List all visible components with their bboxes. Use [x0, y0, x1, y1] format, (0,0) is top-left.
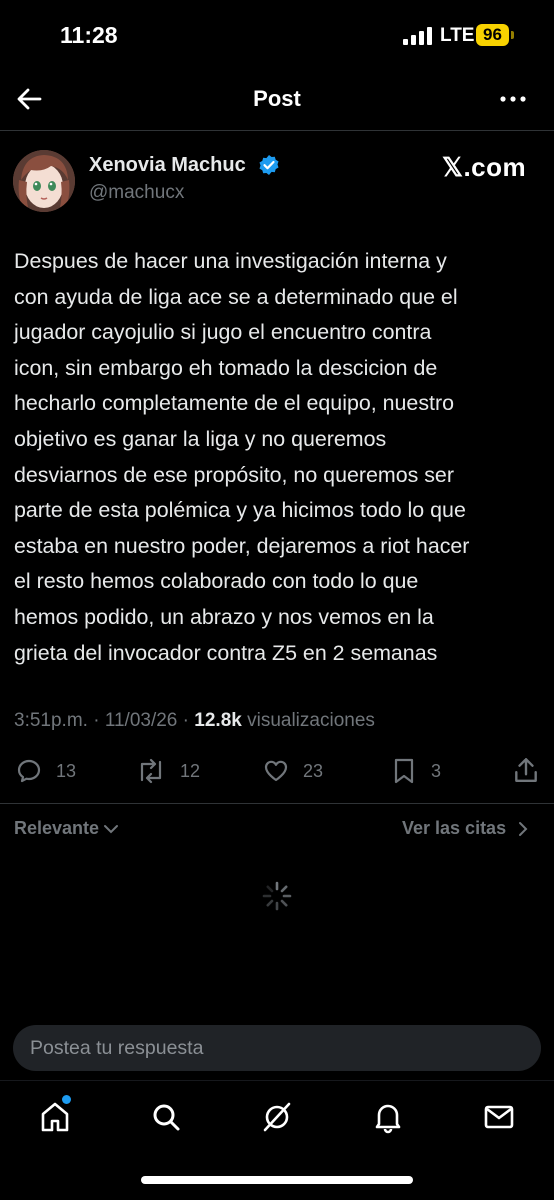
page-title: Post — [253, 86, 301, 111]
bookmark-button[interactable]: 3 — [391, 756, 441, 786]
home-indicator — [141, 1176, 413, 1184]
tab-home[interactable] — [37, 1095, 73, 1135]
post-time: 3:51p.m. — [14, 710, 88, 731]
repost-button[interactable]: 12 — [136, 756, 200, 786]
like-button[interactable]: 23 — [263, 756, 323, 786]
battery-level: 96 — [476, 24, 509, 46]
tab-messages[interactable] — [481, 1099, 517, 1135]
mail-icon — [484, 1105, 514, 1129]
reply-button[interactable]: 13 — [16, 756, 76, 786]
post-date: 11/03/26 — [104, 710, 178, 731]
author-name[interactable]: Xenovia Machuc — [89, 154, 246, 177]
battery-icon: 96 — [476, 24, 514, 48]
sort-label: Relevante — [14, 818, 100, 838]
search-icon — [153, 1104, 180, 1131]
verified-badge-icon — [259, 155, 279, 175]
signal-icon — [403, 27, 432, 45]
status-time: 11:28 — [60, 22, 118, 48]
loading-spinner-icon — [262, 881, 292, 911]
repost-count: 12 — [180, 760, 201, 781]
like-count: 23 — [303, 760, 324, 781]
tab-grok[interactable] — [259, 1099, 295, 1135]
source-label: 𝕏.com — [442, 152, 527, 182]
divider — [0, 1080, 554, 1081]
avatar[interactable] — [13, 150, 75, 212]
view-quotes-link[interactable]: Ver las citas — [402, 818, 532, 839]
tab-notifications[interactable] — [370, 1099, 406, 1135]
network-label: LTE — [440, 25, 475, 46]
divider — [0, 803, 554, 804]
notification-dot — [62, 1095, 71, 1104]
tab-search[interactable] — [148, 1099, 184, 1135]
reply-icon — [17, 759, 41, 783]
bell-icon — [375, 1104, 401, 1134]
sort-dropdown[interactable]: Relevante — [14, 818, 120, 839]
reply-composer[interactable] — [13, 1025, 541, 1071]
share-button[interactable] — [512, 756, 540, 784]
grok-icon — [263, 1102, 291, 1132]
home-icon — [41, 1102, 69, 1132]
views-count: 12.8k — [194, 710, 242, 731]
chevron-down-icon — [104, 824, 119, 833]
chevron-right-icon — [519, 821, 528, 836]
more-options-button[interactable] — [498, 86, 528, 112]
views-label: visualizaciones — [247, 710, 375, 731]
reply-count: 13 — [56, 760, 77, 781]
bookmark-count: 3 — [431, 760, 442, 781]
bookmark-icon — [394, 758, 414, 784]
quotes-label: Ver las citas — [402, 818, 507, 838]
post-meta: 3:51p.m. · 11/03/26 · 12.8k visualizacio… — [14, 710, 375, 731]
author-handle[interactable]: @machucx — [89, 182, 184, 204]
divider — [0, 130, 554, 131]
heart-icon — [264, 760, 288, 782]
repost-icon — [140, 758, 162, 784]
reply-input[interactable] — [30, 1025, 520, 1071]
post-body: Despues de hacer una investigación inter… — [14, 249, 470, 665]
